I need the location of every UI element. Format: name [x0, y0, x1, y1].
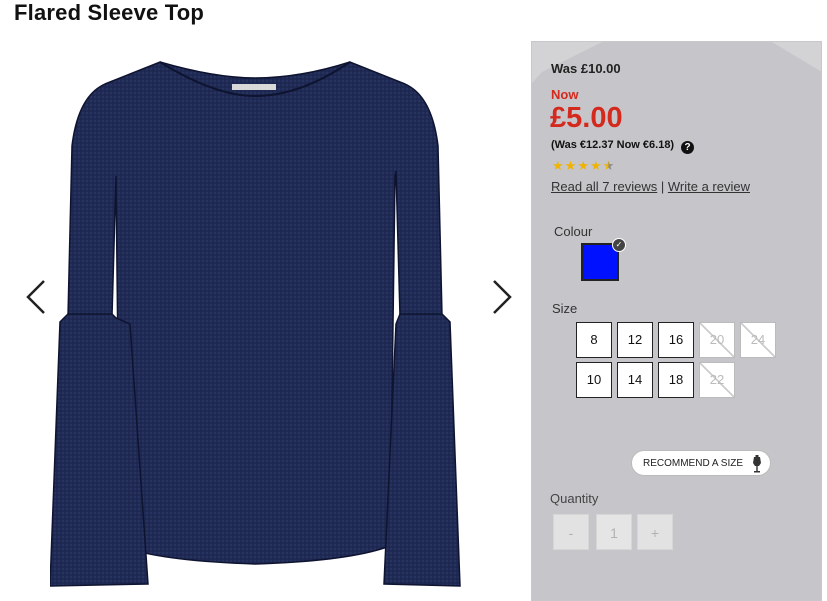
previous-image-arrow-icon[interactable]: [22, 277, 52, 317]
size-label: Size: [552, 301, 578, 316]
now-price: £5.00: [550, 102, 623, 134]
star-icon: ★: [552, 158, 564, 173]
quantity-label: Quantity: [550, 491, 599, 506]
size-option[interactable]: 12: [617, 322, 653, 358]
star-icon: ★: [589, 158, 602, 173]
size-option[interactable]: 16: [658, 322, 694, 358]
help-icon[interactable]: ?: [681, 141, 695, 154]
mannequin-icon: [753, 455, 761, 473]
colour-label: Colour: [554, 224, 593, 239]
star-icon: ★: [577, 158, 589, 173]
now-label: Now: [551, 87, 579, 102]
product-image: [50, 61, 461, 587]
size-option-unavailable: 24: [740, 322, 776, 358]
half-star-icon: ★: [602, 158, 615, 173]
product-title: Flared Sleeve Top: [14, 0, 205, 25]
size-option-unavailable: 20: [699, 322, 735, 358]
quantity-decrease-button[interactable]: -: [553, 514, 589, 550]
recommend-size-button[interactable]: RECOMMEND A SIZE: [631, 450, 771, 476]
size-option[interactable]: 18: [658, 362, 694, 398]
size-option[interactable]: 10: [576, 362, 612, 398]
quantity-input[interactable]: 1: [596, 514, 632, 550]
was-price: Was £10.00: [551, 61, 621, 76]
product-details-panel: Was £10.00 Now £5.00 (Was €12.37 Now €6.…: [531, 41, 822, 601]
star-icon: ★: [564, 158, 577, 173]
product-gallery: [0, 34, 540, 601]
write-review-link[interactable]: Write a review: [668, 179, 750, 194]
read-reviews-link[interactable]: Read all 7 reviews: [551, 179, 657, 194]
euro-price-text: (Was €12.37 Now €6.18): [551, 139, 675, 151]
size-option[interactable]: 8: [576, 322, 612, 358]
reviews-separator: |: [660, 179, 665, 194]
next-image-arrow-icon[interactable]: [486, 277, 516, 317]
selected-check-icon: ✓: [612, 238, 626, 252]
quantity-increase-button[interactable]: +: [637, 514, 673, 550]
reviews-links: Read all 7 reviews | Write a review: [551, 179, 750, 194]
recommend-size-label: RECOMMEND A SIZE: [643, 458, 744, 469]
euro-price-info: (Was €12.37 Now €6.18)?: [551, 139, 695, 154]
star-rating: ★ ★ ★ ★ ★: [552, 159, 614, 172]
size-option[interactable]: 14: [617, 362, 653, 398]
size-option-unavailable: 22: [699, 362, 735, 398]
